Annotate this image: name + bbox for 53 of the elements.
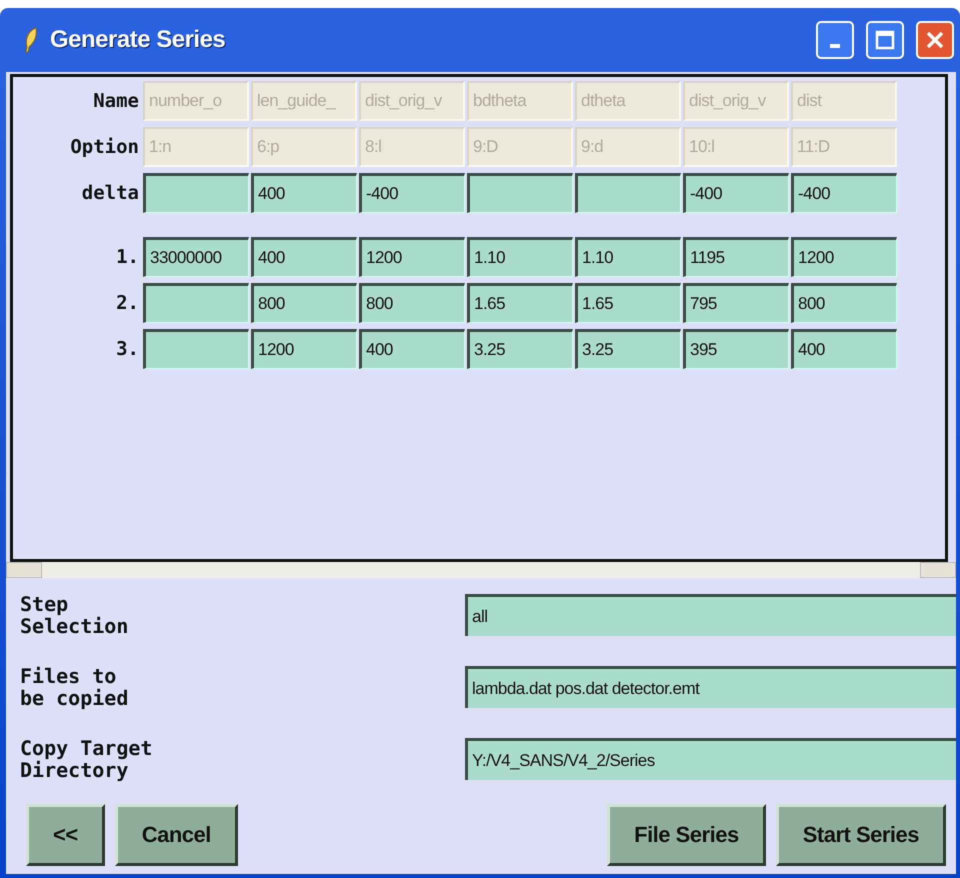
scrollbar[interactable] bbox=[6, 562, 956, 578]
input-field[interactable]: 3.25 bbox=[467, 329, 573, 369]
maximize-icon bbox=[875, 30, 895, 50]
field-label: Files to be copied bbox=[20, 665, 130, 709]
input-field[interactable]: 800 bbox=[359, 283, 465, 323]
input-field[interactable] bbox=[143, 283, 249, 323]
feather-icon bbox=[24, 27, 38, 53]
minimize-icon bbox=[830, 44, 840, 48]
input-field[interactable]: 400 bbox=[359, 329, 465, 369]
field-label: Copy Target Directory bbox=[20, 737, 154, 781]
minimize-button[interactable] bbox=[816, 21, 854, 59]
input-field[interactable]: 400 bbox=[251, 173, 357, 213]
input-field[interactable]: 1195 bbox=[683, 237, 789, 277]
input-field[interactable]: 1.65 bbox=[467, 283, 573, 323]
input-field[interactable]: Y:/V4_SANS/V4_2/Series bbox=[465, 738, 956, 780]
input-field[interactable] bbox=[143, 329, 249, 369]
input-field[interactable]: 795 bbox=[683, 283, 789, 323]
row-number: 3. bbox=[115, 338, 140, 360]
input-field[interactable]: 800 bbox=[791, 283, 897, 323]
input-field[interactable]: all bbox=[465, 594, 956, 636]
input-field[interactable]: 1.10 bbox=[575, 237, 681, 277]
start-series-button[interactable]: Start Series bbox=[776, 804, 946, 866]
input-field[interactable]: 1.65 bbox=[575, 283, 681, 323]
input-field[interactable]: 395 bbox=[683, 329, 789, 369]
input-field[interactable]: 1.10 bbox=[467, 237, 573, 277]
input-field[interactable]: 3.25 bbox=[575, 329, 681, 369]
input-field[interactable]: 400 bbox=[791, 329, 897, 369]
row-label: Name bbox=[92, 90, 140, 112]
input-field[interactable] bbox=[575, 173, 681, 213]
input-field[interactable]: lambda.dat pos.dat detector.emt bbox=[465, 666, 956, 708]
input-field[interactable]: 1200 bbox=[359, 237, 465, 277]
input-field[interactable]: 33000000 bbox=[143, 237, 249, 277]
row-label: Option bbox=[69, 136, 140, 158]
input-field[interactable]: 1200 bbox=[251, 329, 357, 369]
file-series-button[interactable]: File Series bbox=[607, 804, 766, 866]
back-button[interactable]: << bbox=[26, 804, 105, 866]
input-field[interactable]: 400 bbox=[251, 237, 357, 277]
window-title: Generate Series bbox=[50, 26, 226, 54]
input-field[interactable]: -400 bbox=[791, 173, 897, 213]
input-field[interactable]: -400 bbox=[359, 173, 465, 213]
maximize-button[interactable] bbox=[866, 21, 904, 59]
row-number: 2. bbox=[115, 292, 140, 314]
input-field[interactable]: 800 bbox=[251, 283, 357, 323]
row-number: 1. bbox=[115, 246, 140, 268]
field-label: Step Selection bbox=[20, 593, 130, 637]
close-icon bbox=[925, 30, 945, 50]
close-button[interactable] bbox=[916, 21, 954, 59]
cancel-button[interactable]: Cancel bbox=[114, 804, 238, 866]
input-field[interactable]: 1200 bbox=[791, 237, 897, 277]
input-field[interactable] bbox=[143, 173, 249, 213]
input-field[interactable] bbox=[467, 173, 573, 213]
row-label: delta bbox=[80, 182, 140, 204]
input-field[interactable]: -400 bbox=[683, 173, 789, 213]
